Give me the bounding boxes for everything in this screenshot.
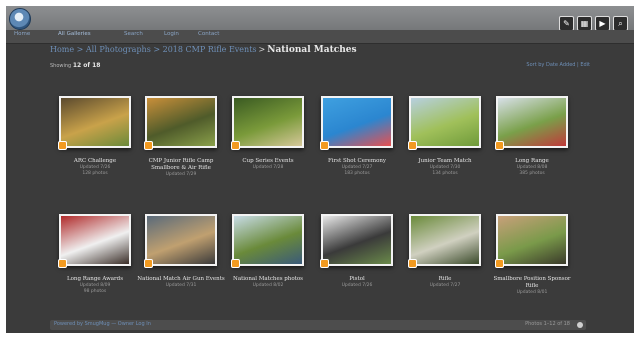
album-thumbnail[interactable] [320, 96, 393, 150]
nav-contact[interactable]: Contact [198, 31, 219, 37]
page-title: National Matches [267, 45, 357, 55]
album-title[interactable]: Junior Team Match [400, 158, 490, 165]
nav-all-galleries[interactable]: All Galleries [58, 31, 91, 37]
footer-link[interactable]: Powered by SmugMug — Owner Log In [54, 321, 151, 327]
album-badge-icon [408, 259, 417, 268]
album-photo-count: 128 photos [82, 171, 108, 176]
album-card[interactable]: First Shot Ceremony Updated 7/27 183 photo… [312, 96, 402, 177]
share-icon[interactable]: ✎ [559, 16, 574, 31]
album-thumbnail[interactable] [58, 214, 131, 268]
album-badge-icon [58, 259, 67, 268]
album-title[interactable]: Long Range Awards [50, 276, 140, 283]
album-title[interactable]: National Matches photos [223, 276, 313, 283]
album-card[interactable]: Cup Series Events Updated 7/28 [223, 96, 313, 171]
album-updated: Updated 8/02 [252, 283, 284, 288]
breadcrumb-separator: > [258, 45, 266, 54]
album-title[interactable]: CMP Junior Rifle Camp Smallbore & Air Ri… [136, 158, 226, 172]
album-badge-icon [495, 259, 504, 268]
album-badge-icon [231, 141, 240, 150]
album-card[interactable]: Long Range Awards Updated 8/09 98 photos [50, 214, 140, 295]
album-card[interactable]: National Matches photos Updated 8/02 [223, 214, 313, 289]
nav-bar: Home All Galleries Search Login Contact [6, 30, 634, 44]
album-updated: Updated 7/29 [165, 172, 197, 177]
album-updated: Updated 8/01 [516, 290, 548, 295]
album-thumbnail[interactable] [495, 214, 568, 268]
album-card[interactable]: National Match Air Gun Events Updated 7/3… [136, 214, 226, 289]
page-info: Photos 1–12 of 18 [525, 321, 570, 327]
album-photo-count: 134 photos [432, 171, 458, 176]
showing-label: Showing [50, 63, 72, 69]
album-updated: Updated 7/31 [165, 283, 197, 288]
album-badge-icon [408, 141, 417, 150]
header-buttons: ✎ ▦ ▶ ⌕ [556, 11, 628, 31]
album-card[interactable]: Pistol Updated 7/26 [312, 214, 402, 289]
album-badge-icon [495, 141, 504, 150]
album-photo-count: 385 photos [519, 171, 545, 176]
album-thumbnail[interactable] [408, 214, 481, 268]
album-card[interactable]: Rifle Updated 7/27 [400, 214, 490, 289]
search-icon[interactable]: ⌕ [613, 16, 628, 31]
album-badge-icon [58, 141, 67, 150]
showing-value: 12 of 18 [72, 62, 101, 69]
header-bar: ✎ ▦ ▶ ⌕ [6, 6, 634, 31]
gallery-count: Showing 12 of 18 [50, 62, 100, 69]
nav-search[interactable]: Search [124, 31, 143, 37]
album-thumbnail[interactable] [144, 96, 217, 150]
album-photo-count: 183 photos [344, 171, 370, 176]
nav-home[interactable]: Home [14, 31, 30, 37]
grid-view-icon[interactable]: ▦ [577, 16, 592, 31]
album-updated: Updated 7/28 [252, 165, 284, 170]
album-title[interactable]: Long Range [487, 158, 577, 165]
album-photo-count: 98 photos [83, 289, 107, 294]
album-thumbnail[interactable] [231, 214, 304, 268]
album-title[interactable]: Smallbore Position Sponsor Rifle [487, 276, 577, 290]
album-title[interactable]: Cup Series Events [223, 158, 313, 165]
sort-link[interactable]: Sort by Date Added | Edit [526, 62, 590, 68]
album-card[interactable]: ARC Challenge Updated 7/26 128 photos [50, 96, 140, 177]
next-page-icon[interactable] [577, 322, 583, 328]
album-card[interactable]: Long Range Updated 8/08 385 photos [487, 96, 577, 177]
footer-bar: Powered by SmugMug — Owner Log In Photos… [50, 320, 586, 330]
album-title[interactable]: Rifle [400, 276, 490, 283]
album-badge-icon [320, 141, 329, 150]
album-thumbnail[interactable] [408, 96, 481, 150]
album-title[interactable]: ARC Challenge [50, 158, 140, 165]
album-card[interactable]: Junior Team Match Updated 7/30 134 photos [400, 96, 490, 177]
album-thumbnail[interactable] [58, 96, 131, 150]
album-title[interactable]: National Match Air Gun Events [136, 276, 226, 283]
album-updated: Updated 7/27 [429, 283, 461, 288]
album-title[interactable]: First Shot Ceremony [312, 158, 402, 165]
breadcrumb: Home > All Photographs > 2018 CMP Rifle … [50, 45, 357, 55]
breadcrumb-parent-link[interactable]: Home > All Photographs > 2018 CMP Rifle … [50, 45, 257, 54]
album-badge-icon [320, 259, 329, 268]
album-thumbnail[interactable] [144, 214, 217, 268]
album-title[interactable]: Pistol [312, 276, 402, 283]
album-card[interactable]: CMP Junior Rifle Camp Smallbore & Air Ri… [136, 96, 226, 178]
album-thumbnail[interactable] [231, 96, 304, 150]
album-badge-icon [231, 259, 240, 268]
album-thumbnail[interactable] [320, 214, 393, 268]
site-logo-icon[interactable] [9, 8, 31, 30]
album-badge-icon [144, 141, 153, 150]
album-badge-icon [144, 259, 153, 268]
slideshow-icon[interactable]: ▶ [595, 16, 610, 31]
album-card[interactable]: Smallbore Position Sponsor Rifle Updated … [487, 214, 577, 296]
album-updated: Updated 7/26 [341, 283, 373, 288]
nav-login[interactable]: Login [164, 31, 179, 37]
album-thumbnail[interactable] [495, 96, 568, 150]
